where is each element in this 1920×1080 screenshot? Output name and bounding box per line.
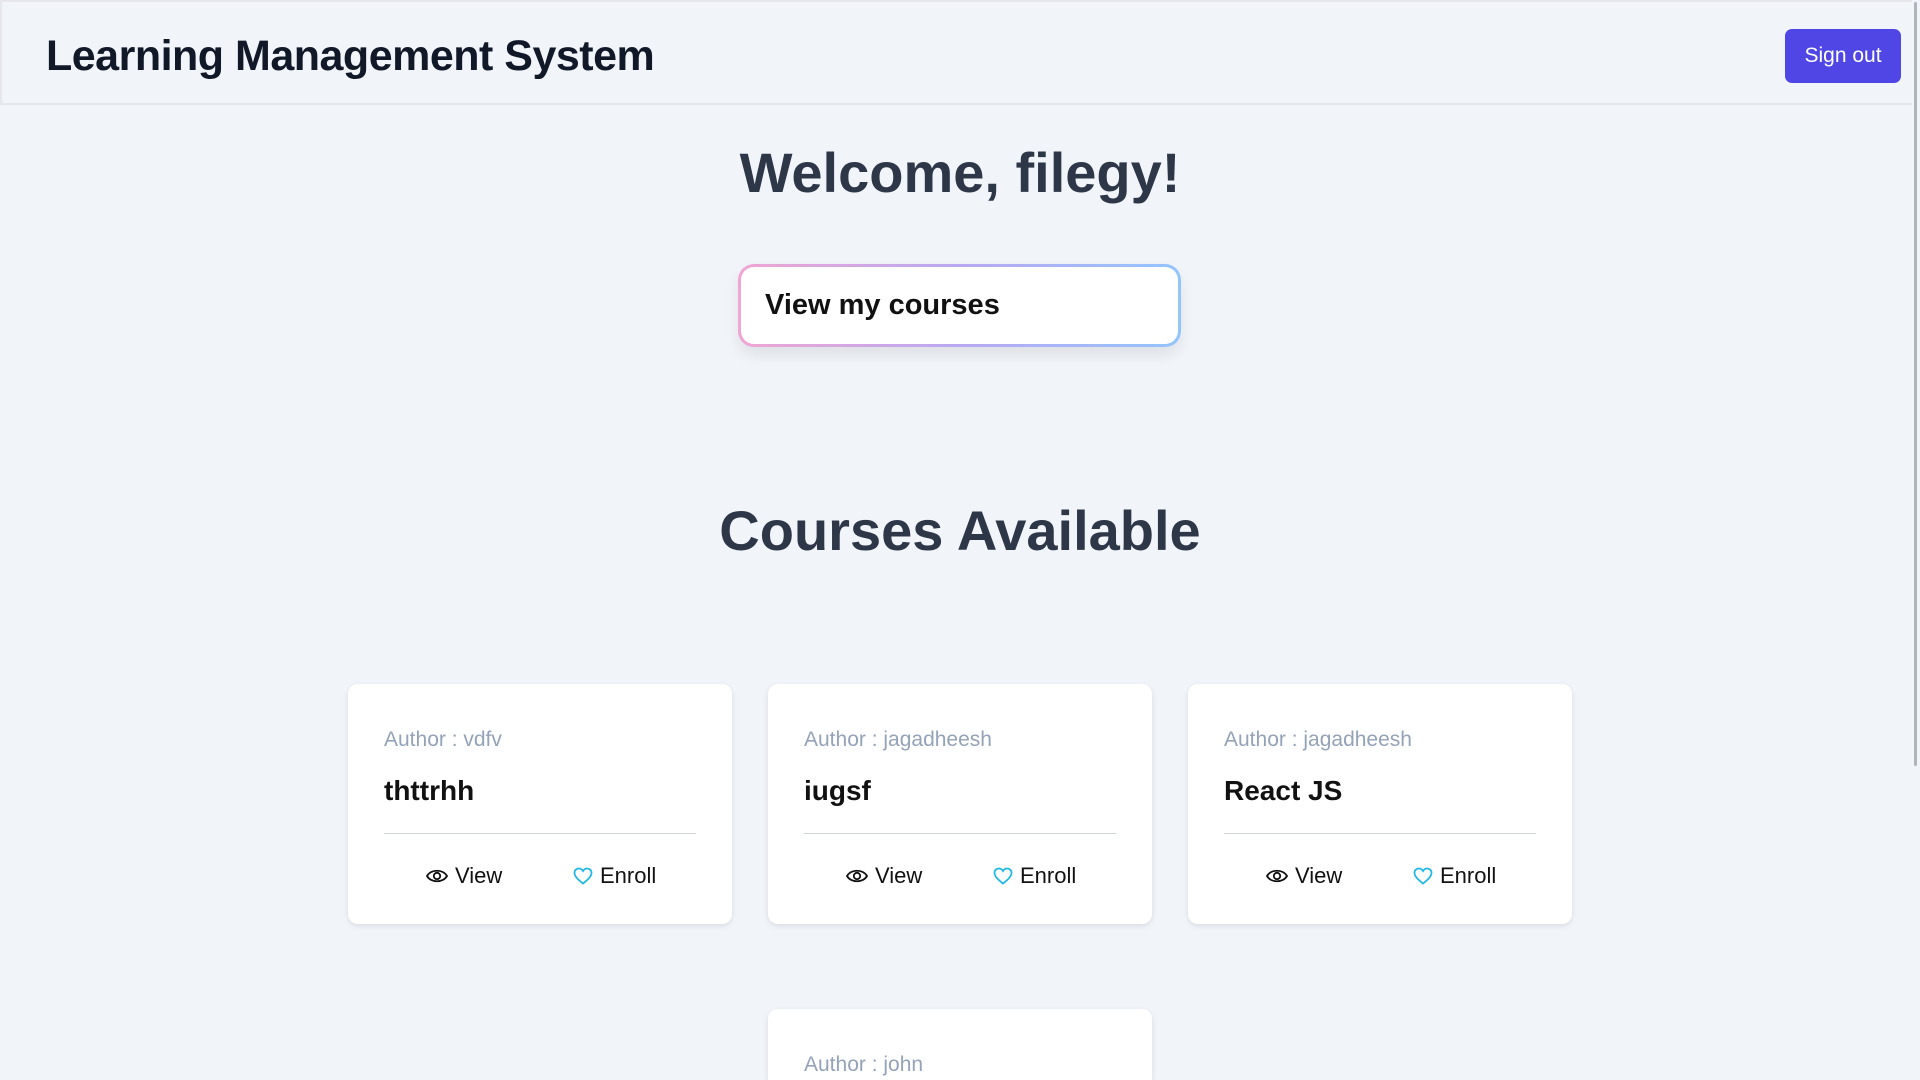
- course-author: Author : jagadheesh: [804, 728, 992, 751]
- view-course-button[interactable]: View: [426, 859, 502, 893]
- view-course-button[interactable]: View: [846, 859, 922, 893]
- view-my-courses-button[interactable]: View my courses: [738, 264, 1181, 347]
- course-card: Author : vdfv thttrhh View Enroll: [348, 684, 732, 924]
- enroll-label: Enroll: [1440, 863, 1497, 888]
- enroll-label: Enroll: [1020, 863, 1077, 888]
- page-scrollbar[interactable]: [1912, 0, 1920, 1080]
- course-author: Author : jagadheesh: [1224, 728, 1412, 751]
- course-name: React JS: [1224, 775, 1343, 806]
- course-author: Author : vdfv: [384, 728, 502, 751]
- welcome-heading: Welcome, filegy!: [739, 141, 1181, 204]
- heart-icon: [573, 867, 593, 885]
- courses-available-heading: Courses Available: [719, 499, 1201, 562]
- course-name: iugsf: [804, 775, 871, 806]
- eye-icon: [426, 869, 448, 883]
- sign-out-button[interactable]: Sign out: [1785, 29, 1901, 83]
- enroll-course-button[interactable]: Enroll: [993, 859, 1076, 893]
- app-title: Learning Management System: [46, 32, 655, 80]
- card-divider: [1224, 833, 1536, 834]
- course-card: Author : jagadheesh iugsf View Enroll: [768, 684, 1152, 924]
- course-author: Author : john: [804, 1053, 924, 1076]
- enroll-course-button[interactable]: Enroll: [1413, 859, 1496, 893]
- card-divider: [384, 833, 696, 834]
- scrollbar-thumb[interactable]: [1914, 2, 1917, 766]
- enroll-label: Enroll: [600, 863, 657, 888]
- heart-icon: [1413, 867, 1433, 885]
- heart-icon: [993, 867, 1013, 885]
- view-label: View: [1295, 863, 1343, 888]
- card-divider: [804, 833, 1116, 834]
- course-card: Author : john: [768, 1009, 1152, 1080]
- course-name: thttrhh: [384, 775, 475, 806]
- enroll-course-button[interactable]: Enroll: [573, 859, 656, 893]
- eye-icon: [1266, 869, 1288, 883]
- top-navbar: Learning Management System Sign out: [0, 0, 1916, 105]
- view-label: View: [875, 863, 923, 888]
- eye-icon: [846, 869, 868, 883]
- view-label: View: [455, 863, 503, 888]
- view-course-button[interactable]: View: [1266, 859, 1342, 893]
- course-card: Author : jagadheesh React JS View Enroll: [1188, 684, 1572, 924]
